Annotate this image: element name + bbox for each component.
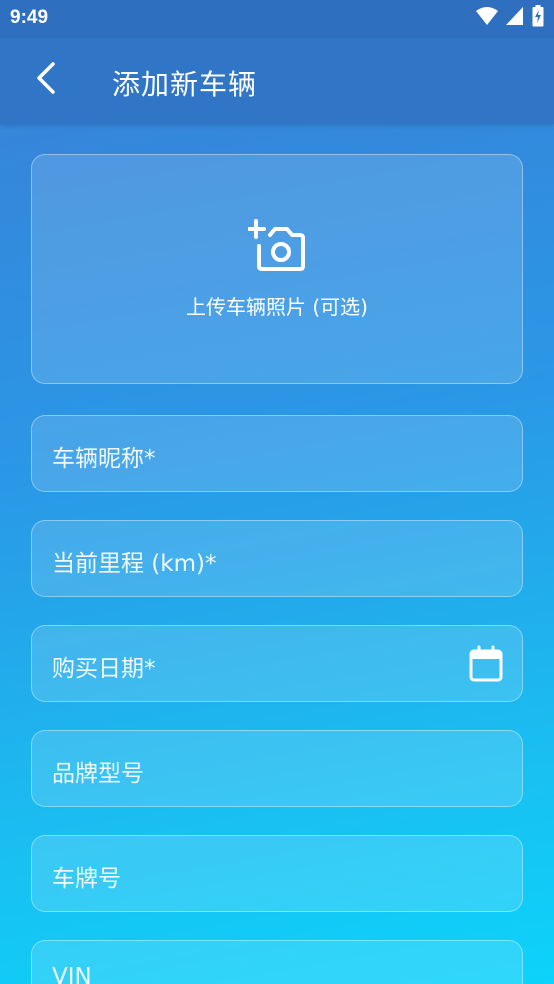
calendar-icon[interactable]: [468, 645, 504, 683]
back-arrow-icon: [34, 61, 58, 99]
field-label: 购买日期*: [52, 656, 156, 682]
field-label: 当前里程 (km)*: [52, 551, 217, 577]
field-label: 品牌型号: [52, 761, 144, 787]
back-button[interactable]: [24, 58, 68, 102]
add-photo-camera-icon: [246, 219, 308, 279]
vehicle-nickname-field[interactable]: 车辆昵称*: [31, 415, 523, 492]
status-time: 9:49: [10, 7, 49, 28]
page-title: 添加新车辆: [112, 68, 258, 101]
vin-field[interactable]: VIN: [31, 940, 523, 984]
status-bar: 9:49: [0, 0, 554, 38]
purchase-date-field[interactable]: 购买日期*: [31, 625, 523, 702]
cell-signal-icon: [506, 6, 524, 30]
field-label: VIN: [52, 964, 92, 984]
app-bar: 添加新车辆: [0, 38, 554, 124]
status-icons: [476, 5, 544, 31]
photo-upload-label: 上传车辆照片 (可选): [186, 295, 368, 319]
battery-charging-icon: [532, 5, 544, 31]
photo-upload-button[interactable]: 上传车辆照片 (可选): [31, 154, 523, 384]
brand-model-field[interactable]: 品牌型号: [31, 730, 523, 807]
license-plate-field[interactable]: 车牌号: [31, 835, 523, 912]
field-label: 车辆昵称*: [52, 446, 156, 472]
current-mileage-field[interactable]: 当前里程 (km)*: [31, 520, 523, 597]
wifi-icon: [476, 6, 498, 30]
field-label: 车牌号: [52, 866, 121, 892]
